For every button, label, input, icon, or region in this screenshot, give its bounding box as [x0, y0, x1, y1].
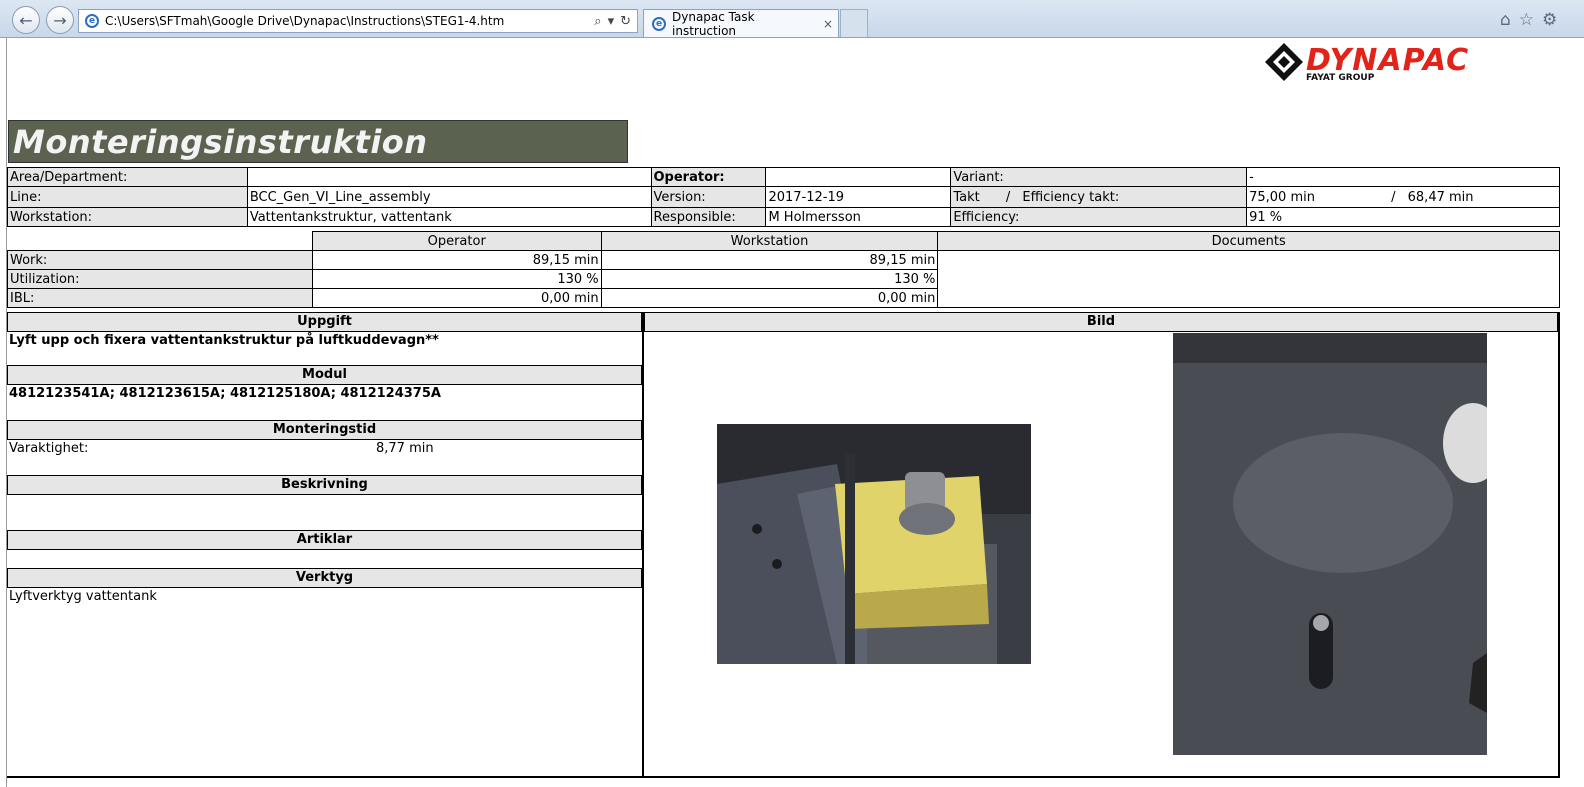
workstation-label: Workstation:	[7, 207, 248, 227]
stats-header-documents: Documents	[937, 231, 1560, 251]
line-value: BCC_Gen_VI_Line_assembly	[246, 186, 652, 208]
modul-header: Modul	[7, 365, 642, 385]
varaktighet-label: Varaktighet:	[9, 441, 89, 456]
verktyg-header: Verktyg	[7, 568, 642, 588]
page-title-banner: Monteringsinstruktion	[8, 120, 628, 163]
uppgift-header: Uppgift	[7, 312, 642, 332]
variant-value: -	[1246, 167, 1560, 187]
stats-table: Operator Workstation Documents Work: 89,…	[7, 231, 1560, 308]
info-table: Area/Department: Operator: Variant: - Li…	[7, 167, 1560, 227]
new-tab-button[interactable]	[840, 9, 868, 37]
takt-label-cell: Takt / Efficiency takt:	[950, 186, 1248, 208]
workstation-value: Vattentankstruktur, vattentank	[246, 207, 652, 227]
task-panel: Uppgift Lyft upp och fixera vattentankst…	[7, 312, 644, 778]
operator-label: Operator:	[650, 167, 767, 187]
varaktighet-row: Varaktighet: 8,77 min	[7, 440, 642, 475]
back-arrow-icon: ←	[19, 10, 33, 30]
stats-operator-value: 130 %	[311, 269, 602, 289]
stats-row-label: IBL:	[7, 288, 313, 308]
tab-title: Dynapac Task instruction	[672, 9, 755, 38]
artiklar-text	[7, 550, 642, 568]
stats-workstation-value: 89,15 min	[600, 250, 939, 270]
search-icon[interactable]: ⌕	[594, 14, 601, 29]
version-value: 2017-12-19	[765, 186, 952, 208]
home-icon[interactable]: ⌂	[1500, 10, 1511, 32]
efficiency-takt-label: Efficiency takt:	[1022, 189, 1120, 205]
plate-photo	[1173, 333, 1487, 755]
takt-value: 75,00 min	[1249, 189, 1315, 205]
close-tab-icon[interactable]: ×	[818, 17, 838, 31]
back-button[interactable]: ←	[12, 6, 40, 34]
dropdown-icon[interactable]: ▾	[608, 14, 615, 29]
modul-text: 4812123541A; 4812123615A; 4812125180A; 4…	[9, 386, 441, 401]
forward-arrow-icon: →	[53, 10, 67, 30]
stats-row-label: Work:	[7, 250, 313, 270]
efficiency-value: 91 %	[1246, 207, 1560, 227]
responsible-label: Responsible:	[650, 207, 767, 227]
takt-value-cell: 75,00 min / 68,47 min	[1246, 186, 1560, 208]
stats-operator-value: 0,00 min	[311, 288, 602, 308]
uppgift-text: Lyft upp och fixera vattentankstruktur p…	[9, 333, 439, 348]
stats-workstation-value: 0,00 min	[600, 288, 939, 308]
browser-right-tools: ⌂ ☆ ⚙	[1500, 10, 1584, 32]
ie-page-icon: e	[85, 14, 99, 28]
version-label: Version:	[650, 186, 767, 208]
page-title: Monteringsinstruktion	[13, 123, 428, 161]
stats-row-label: Utilization:	[7, 269, 313, 289]
beskrivning-text	[7, 495, 642, 530]
clamp-photo	[717, 424, 1031, 664]
variant-label: Variant:	[950, 167, 1248, 187]
ie-tab-icon: e	[652, 16, 666, 31]
area-label: Area/Department:	[7, 167, 248, 187]
responsible-value: M Holmersson	[765, 207, 952, 227]
line-label: Line:	[7, 186, 248, 208]
stats-header-operator: Operator	[311, 231, 602, 251]
address-url[interactable]: C:\Users\SFTmah\Google Drive\Dynapac\Ins…	[105, 14, 594, 28]
dynapac-logo: DYNAPAC FAYAT GROUP	[1262, 41, 1584, 85]
forward-button[interactable]: →	[46, 6, 74, 34]
artiklar-header: Artiklar	[7, 530, 642, 550]
settings-gear-icon[interactable]: ⚙	[1542, 10, 1557, 32]
dynapac-diamond-icon	[1265, 43, 1303, 81]
refresh-icon[interactable]: ↻	[620, 14, 631, 29]
verktyg-text: Lyftverktyg vattentank	[9, 589, 157, 604]
monteringstid-header: Monteringstid	[7, 420, 642, 440]
varaktighet-value: 8,77 min	[376, 441, 434, 456]
logo-subtitle: FAYAT GROUP	[1306, 73, 1375, 83]
favorites-star-icon[interactable]: ☆	[1519, 10, 1534, 32]
bild-header: Bild	[644, 312, 1558, 332]
efficiency-takt-value: 68,47 min	[1407, 189, 1474, 205]
area-value	[246, 167, 652, 187]
documents-cell	[937, 250, 1560, 308]
efficiency-label: Efficiency:	[950, 207, 1248, 227]
operator-value	[765, 167, 952, 187]
address-bar[interactable]: e C:\Users\SFTmah\Google Drive\Dynapac\I…	[78, 9, 638, 33]
stats-header-workstation: Workstation	[600, 231, 939, 251]
takt-value-slash: /	[1391, 189, 1396, 205]
takt-label: Takt	[953, 189, 980, 205]
stats-operator-value: 89,15 min	[311, 250, 602, 270]
stats-workstation-value: 130 %	[600, 269, 939, 289]
beskrivning-header: Beskrivning	[7, 475, 642, 495]
takt-slash: /	[1005, 189, 1011, 205]
tab-dynapac[interactable]: e Dynapac Task instruction ×	[643, 9, 839, 38]
